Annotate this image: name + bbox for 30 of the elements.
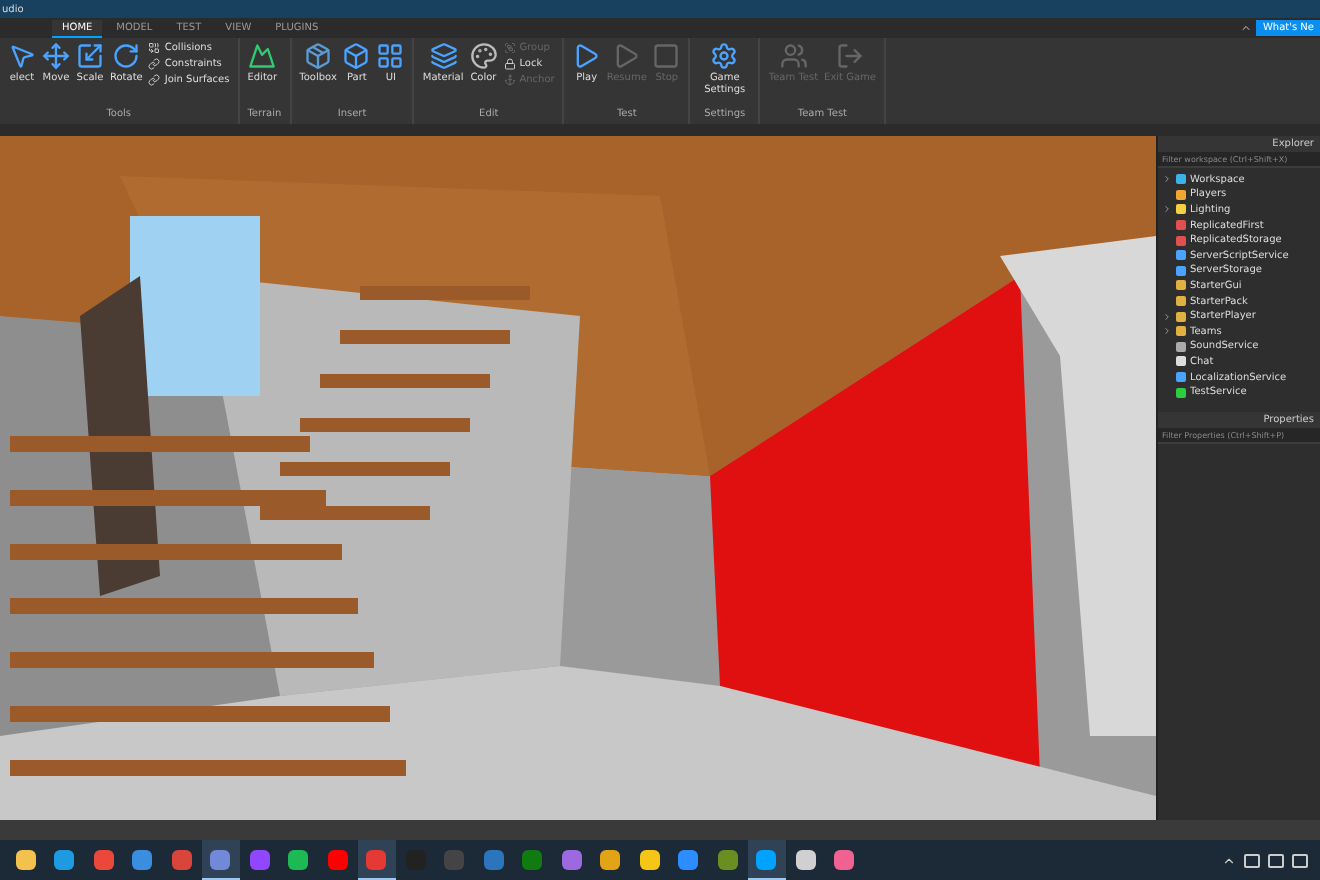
lock-icon	[503, 58, 516, 70]
collapse-icon[interactable]	[1240, 22, 1253, 34]
resume-icon	[612, 42, 641, 70]
taskbar-app[interactable]	[747, 840, 786, 880]
move-icon	[42, 42, 70, 70]
rotate-icon	[112, 42, 141, 70]
join-icon	[148, 74, 161, 86]
color-icon	[469, 42, 498, 70]
stop-icon	[652, 42, 681, 70]
constraint-icon	[148, 58, 161, 70]
expand-icon[interactable]	[1162, 174, 1172, 185]
exit-icon	[836, 42, 865, 70]
expand-icon[interactable]	[1162, 326, 1172, 337]
material-icon	[429, 42, 458, 70]
expand-icon[interactable]	[1162, 311, 1172, 322]
expand-icon[interactable]	[1162, 204, 1172, 215]
toolbox-icon	[304, 42, 333, 70]
taskbar-app[interactable]	[201, 840, 240, 880]
anchor-icon	[503, 74, 516, 86]
play-icon	[572, 42, 601, 70]
scale-icon	[76, 42, 104, 70]
cube-icon	[342, 42, 371, 70]
users-icon	[779, 42, 808, 70]
collision-icon	[148, 42, 161, 54]
select-icon	[8, 42, 36, 70]
ui-icon	[376, 42, 405, 70]
terrain-icon	[248, 42, 277, 70]
group-icon	[503, 42, 516, 54]
taskbar-app[interactable]	[357, 840, 396, 880]
settings-icon	[710, 42, 739, 70]
